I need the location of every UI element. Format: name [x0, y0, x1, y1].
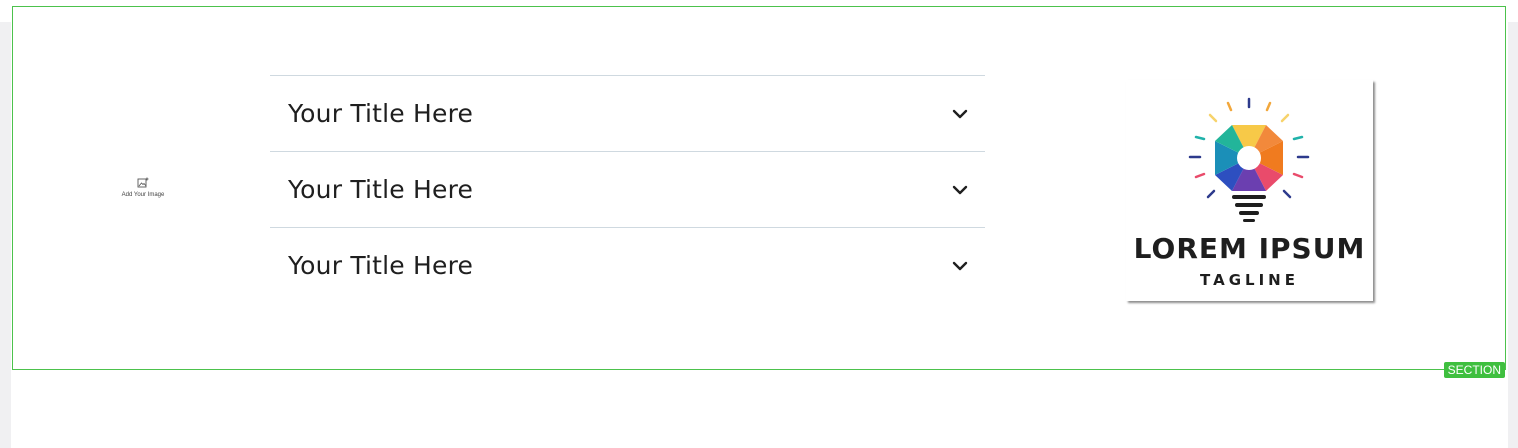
chevron-down-icon[interactable] [951, 105, 969, 123]
section-container[interactable]: Add Your Image Your Title Here Your Titl… [12, 6, 1506, 370]
editor-gutter-right [1508, 22, 1518, 448]
accordion-item-2[interactable]: Your Title Here [270, 152, 985, 228]
section-badge[interactable]: SECTION [1443, 362, 1505, 378]
image-placeholder[interactable]: Add Your Image [113, 177, 173, 209]
chevron-down-icon[interactable] [951, 181, 969, 199]
image-add-icon [137, 177, 149, 188]
lightbulb-icon [1188, 97, 1310, 222]
editor-canvas: Add Your Image Your Title Here Your Titl… [0, 0, 1518, 448]
accordion: Your Title Here Your Title Here Your Tit… [270, 75, 985, 303]
accordion-item-3[interactable]: Your Title Here [270, 228, 985, 303]
accordion-item-title: Your Title Here [288, 175, 474, 204]
accordion-item-title: Your Title Here [288, 99, 474, 128]
editor-gutter-left [0, 22, 11, 448]
accordion-item-title: Your Title Here [288, 251, 474, 280]
logo-image[interactable]: LOREM IPSUM TAGLINE [1126, 80, 1373, 301]
logo-title: LOREM IPSUM [1133, 232, 1366, 265]
image-placeholder-label: Add Your Image [121, 192, 165, 198]
chevron-down-icon[interactable] [951, 257, 969, 275]
accordion-item-1[interactable]: Your Title Here [270, 76, 985, 152]
logo-tagline: TAGLINE [1200, 271, 1299, 289]
